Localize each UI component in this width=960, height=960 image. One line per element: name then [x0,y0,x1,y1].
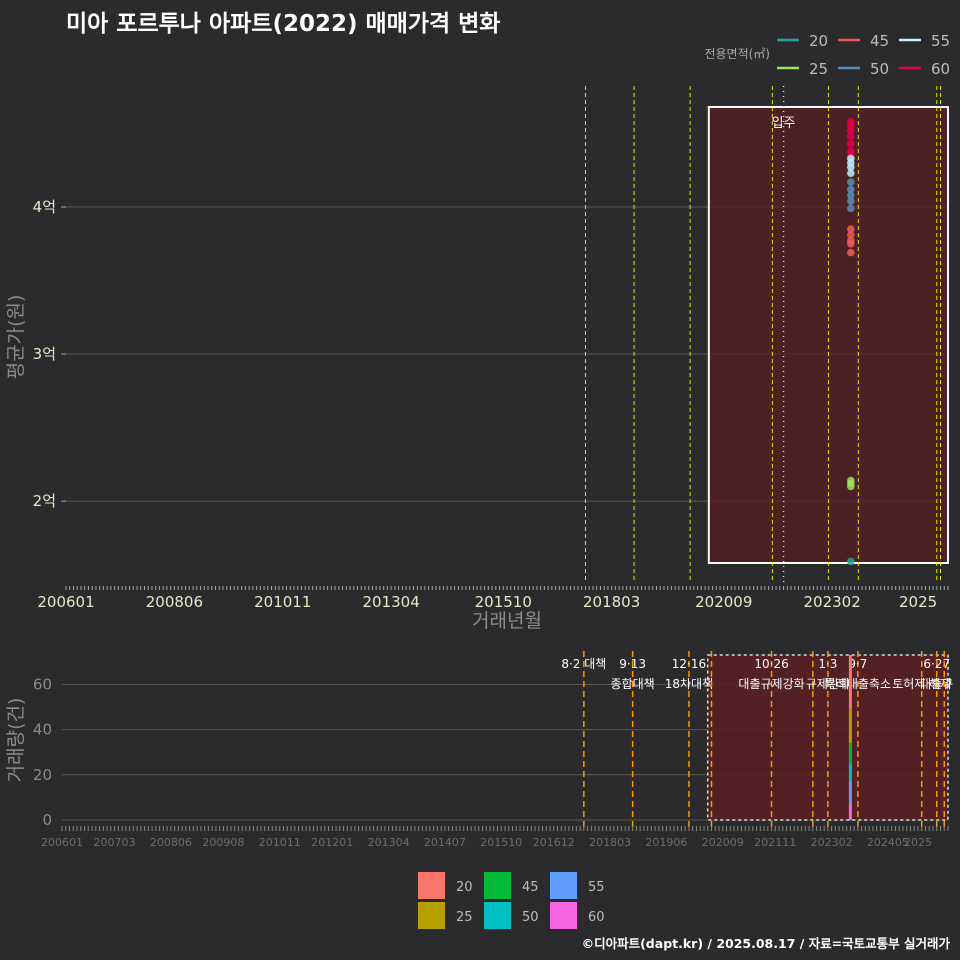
policy-label: 12·16 [672,657,706,671]
policy-label: 18차대책 [665,676,713,691]
x-tick-label: 201407 [424,836,466,849]
legend-label: 60 [588,910,605,925]
scatter-point [847,197,855,205]
scatter-point [847,482,855,491]
chart-canvas: 2억 3억 4억 입주 200601 200806 201011 201304 201510 20… [5,32,953,929]
legend-swatch [418,902,445,929]
x-tick-label: 2025 [899,593,937,611]
legend-label: 25 [456,910,473,925]
bar-segment [848,804,852,820]
x-tick-label: 201612 [533,836,575,849]
x-tick-label: 201011 [259,836,301,849]
bar-segment [848,763,852,782]
legend-swatch [550,902,577,929]
scatter-point [847,248,855,257]
y-axis-label: 평균가(원) [5,295,27,380]
policy-label: 6·27 [923,657,950,671]
y-tick-label: 20 [33,766,52,784]
legend-label: 45 [522,880,539,895]
x-tick-label: 201803 [589,836,631,849]
x-tick-label: 202405 [867,836,909,849]
y-tick-label: 0 [42,811,52,829]
x-tick-label: 201510 [480,836,522,849]
bar-segment [848,655,852,710]
policy-label: 8·2 대책 [561,656,606,671]
footer-credit: ©디아파트(dapt.kr) / 2025.08.17 / 자료=국토교통부 실… [581,936,950,951]
x-tick-label: 201510 [475,593,532,611]
scatter-point [847,132,855,141]
x-tick-label: 201906 [645,836,687,849]
bar-segment [848,743,852,764]
legend-swatch [550,872,577,899]
policy-label: 대출규 [920,677,953,691]
legend-swatch [484,902,511,929]
x-tick-label: 201011 [254,593,311,611]
policy-label: 1·3 [818,657,837,671]
x-tick-label: 200908 [202,836,244,849]
legend-swatch [484,872,511,899]
x-tick-label: 202302 [811,836,853,849]
policy-label: 대출규제강화 [738,677,804,691]
x-tick-label: 200601 [37,593,94,611]
policy-label: 특례대출축소 [825,677,891,691]
x-tick-label: 2025 [904,836,932,849]
scatter-point [847,239,855,248]
x-tick-label: 201304 [368,836,410,849]
x-tick-label: 201201 [311,836,353,849]
scatter-point [847,178,855,186]
y-tick-label: 3억 [33,345,56,363]
scatter-point [847,169,855,177]
legend-title: 전용면적(㎡) [704,47,770,61]
bar-segment [848,709,852,744]
x-tick-label: 202009 [702,836,744,849]
scatter-point [847,204,855,213]
legend-label: 60 [931,60,950,78]
bar-segment [848,781,852,805]
x-tick-label: 201304 [363,593,420,611]
policy-label: 종합대책 [611,676,655,691]
legend-label: 55 [931,32,950,50]
annotation-label: 입주 [772,116,796,131]
x-tick-label: 202009 [695,593,752,611]
legend-label: 50 [870,60,889,78]
policy-label: 9·13 [619,657,646,671]
legend-swatch [418,872,445,899]
y-tick-label: 4억 [33,198,56,216]
legend-label: 20 [456,880,473,895]
legend-label: 45 [870,32,889,50]
x-tick-label: 200703 [94,836,136,849]
legend-label: 25 [809,60,828,78]
legend-label: 55 [588,880,605,895]
y-axis-label: 거래량(건) [5,698,27,783]
x-tick-label: 201803 [583,593,640,611]
legend-label: 50 [522,910,539,925]
y-tick-label: 2억 [33,492,56,510]
y-tick-label: 40 [33,721,52,739]
x-tick-label: 200601 [41,836,83,849]
x-tick-label: 202111 [754,836,796,849]
legend-label: 20 [809,32,828,50]
x-axis-label: 거래년월 [472,610,542,632]
scatter-point [847,139,855,148]
x-tick-label: 200806 [146,593,203,611]
y-tick-label: 60 [33,675,52,693]
policy-label: 10·26 [754,657,788,671]
scatter-point [847,557,855,566]
x-tick-label: 202302 [804,593,861,611]
x-tick-label: 200806 [150,836,192,849]
